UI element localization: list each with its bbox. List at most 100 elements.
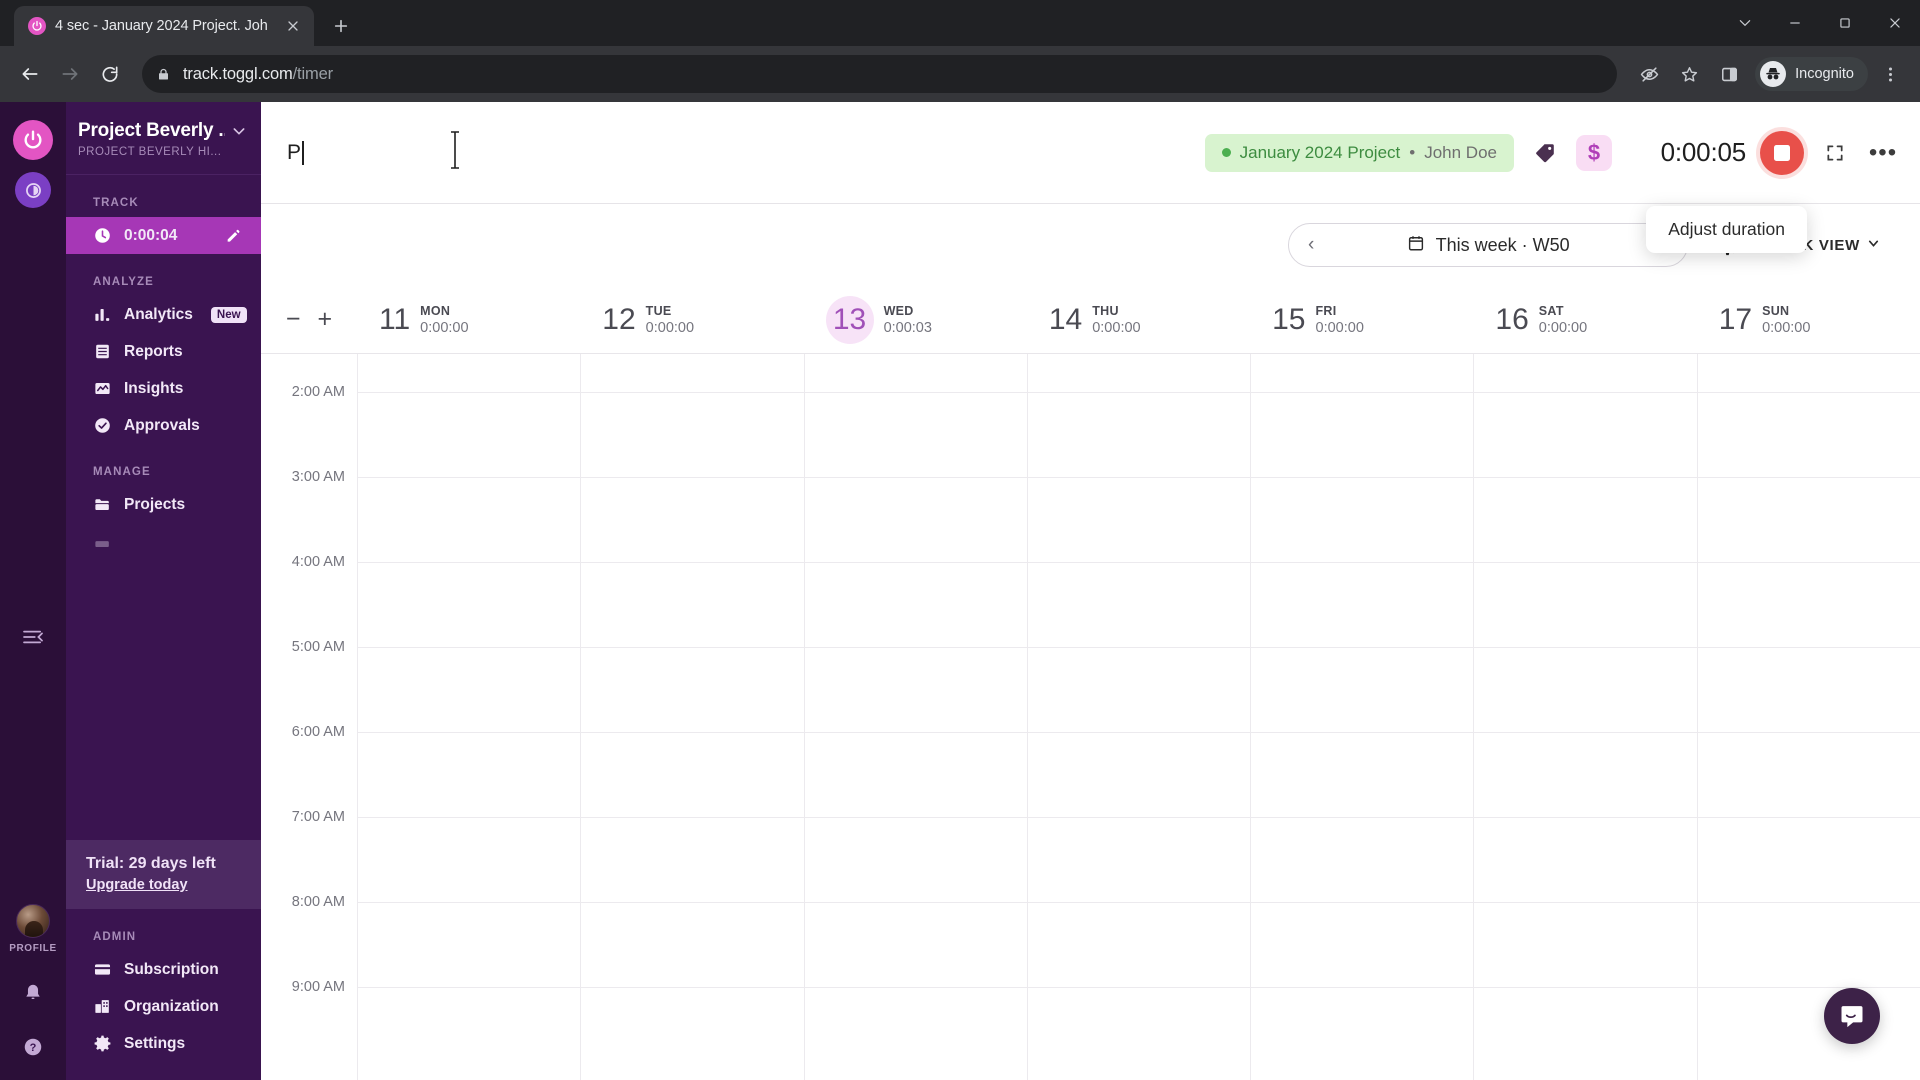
- day-header-sun[interactable]: 17 SUN 0:00:00: [1697, 286, 1920, 353]
- day-column-thu[interactable]: [1026, 354, 1250, 1080]
- chevron-down-icon[interactable]: [231, 123, 247, 139]
- day-header-sat[interactable]: 16 SAT 0:00:00: [1473, 286, 1696, 353]
- project-chip[interactable]: January 2024 Project • John Doe: [1204, 133, 1514, 172]
- toggl-track-logo-icon[interactable]: [13, 120, 53, 160]
- close-icon[interactable]: [282, 15, 304, 37]
- maximize-icon[interactable]: [1820, 0, 1870, 46]
- sidebar-item-insights[interactable]: Insights: [66, 370, 261, 407]
- day-total: 0:00:00: [645, 319, 695, 336]
- calendar-body[interactable]: 2:00 AM 3:00 AM 4:00 AM 5:00 AM 6:00 AM …: [261, 354, 1920, 1080]
- day-column-fri[interactable]: [1250, 354, 1473, 1080]
- day-header-thu[interactable]: 14 THU 0:00:00: [1027, 286, 1250, 353]
- browser-tab[interactable]: 4 sec - January 2024 Project. Joh: [14, 6, 314, 46]
- sidebar-item-timer[interactable]: 0:00:04: [66, 217, 261, 254]
- day-column-mon[interactable]: [357, 354, 580, 1080]
- timer-more-menu-icon[interactable]: •••: [1866, 136, 1900, 170]
- timer-display[interactable]: 0:00:05: [1626, 137, 1747, 168]
- sidebar-item-label: Insights: [124, 379, 184, 397]
- zoom-in-button[interactable]: +: [318, 307, 333, 332]
- sidebar-item-label: Approvals: [124, 416, 200, 434]
- sidebar-item-approvals[interactable]: Approvals: [66, 407, 261, 444]
- day-total: 0:00:00: [1538, 319, 1588, 336]
- day-column-sat[interactable]: [1473, 354, 1696, 1080]
- avatar[interactable]: [16, 904, 50, 938]
- collapse-sidebar-icon[interactable]: [18, 622, 48, 652]
- day-name: THU: [1092, 303, 1119, 318]
- billable-symbol: $: [1587, 139, 1601, 165]
- week-label-group[interactable]: This week · W50: [1407, 234, 1570, 257]
- billable-toggle[interactable]: $: [1576, 134, 1612, 171]
- day-header-mon[interactable]: 11 MON 0:00:00: [357, 286, 580, 353]
- sidebar-nav: TRACK 0:00:04 ANALYZE Analytics New Repo…: [66, 175, 261, 840]
- upgrade-link[interactable]: Upgrade today: [86, 877, 188, 893]
- trial-banner[interactable]: Trial: 29 days left Upgrade today: [66, 840, 261, 909]
- day-number: 15: [1272, 302, 1306, 336]
- sidebar-item-label: 0:00:04: [124, 226, 178, 244]
- time-label: 6:00 AM: [291, 724, 345, 740]
- sidebar-item-subscription[interactable]: Subscription: [66, 951, 261, 988]
- bookmark-star-icon[interactable]: [1671, 56, 1707, 92]
- sidebar-section-track: TRACK: [93, 197, 139, 209]
- stop-timer-button[interactable]: [1760, 130, 1804, 175]
- calendar-grid[interactable]: [357, 354, 1920, 1080]
- reload-icon[interactable]: [92, 56, 128, 92]
- day-header-wed[interactable]: 13 WED 0:00:03: [804, 286, 1027, 353]
- toggl-plan-logo-icon[interactable]: [15, 172, 51, 208]
- clock-icon: [93, 226, 112, 245]
- address-bar[interactable]: track.toggl.com/timer: [142, 55, 1618, 93]
- tab-title: 4 sec - January 2024 Project. Joh: [55, 18, 268, 34]
- chrome-menu-icon[interactable]: [1872, 56, 1908, 92]
- previous-week-button[interactable]: ‹: [1289, 223, 1333, 267]
- calendar-day-headers: − + 11 MON 0:00:00 12 TUE 0:00:00 13 WED…: [261, 286, 1920, 354]
- day-header-tue[interactable]: 12 TUE 0:00:00: [580, 286, 803, 353]
- day-column-wed[interactable]: [803, 354, 1027, 1080]
- forward-icon[interactable]: [52, 56, 88, 92]
- pencil-icon[interactable]: [225, 228, 241, 244]
- minimize-icon[interactable]: [1770, 0, 1820, 46]
- time-label: 4:00 AM: [291, 554, 345, 570]
- time-label: 2:00 AM: [291, 384, 345, 400]
- timer-bar: P January 2024 Project • John Doe $ 0:00…: [261, 102, 1920, 204]
- eye-slash-icon[interactable]: [1631, 56, 1667, 92]
- app-rail: PROFILE ?: [0, 102, 66, 1080]
- chevron-down-icon: [1867, 237, 1880, 254]
- browser-toolbar: track.toggl.com/timer Incognito: [0, 46, 1920, 102]
- help-icon[interactable]: ?: [18, 1032, 48, 1062]
- hour-line: [357, 562, 1920, 563]
- sidebar-item-reports[interactable]: Reports: [66, 333, 261, 370]
- sidebar-item-analytics[interactable]: Analytics New: [66, 296, 261, 333]
- day-column-tue[interactable]: [580, 354, 803, 1080]
- adjust-duration-tooltip: Adjust duration: [1646, 206, 1807, 253]
- new-tab-button[interactable]: [324, 9, 358, 43]
- back-icon[interactable]: [12, 56, 48, 92]
- incognito-profile-button[interactable]: Incognito: [1755, 57, 1868, 91]
- day-header-fri[interactable]: 15 FRI 0:00:00: [1250, 286, 1473, 353]
- close-window-icon[interactable]: [1870, 0, 1920, 46]
- folder-icon: [93, 495, 112, 514]
- day-number: 12: [602, 302, 636, 336]
- chevron-down-icon[interactable]: [1720, 0, 1770, 46]
- day-total: 0:00:00: [1092, 319, 1141, 336]
- day-name: SUN: [1762, 303, 1790, 318]
- sidebar-item-settings[interactable]: Settings: [66, 1025, 261, 1062]
- bell-icon[interactable]: [18, 978, 48, 1008]
- workspace-name: Project Beverly ...: [78, 120, 225, 141]
- sidebar-item-label: Analytics: [124, 305, 193, 323]
- zoom-out-button[interactable]: −: [286, 307, 301, 332]
- sidebar-section-admin: ADMIN: [93, 931, 137, 943]
- tag-icon[interactable]: [1528, 136, 1562, 170]
- fullscreen-icon[interactable]: [1818, 136, 1852, 170]
- description-input[interactable]: P: [287, 133, 1191, 173]
- workspace-switcher[interactable]: Project Beverly ... PROJECT BEVERLY HI..…: [66, 102, 261, 172]
- side-panel-icon[interactable]: [1711, 56, 1747, 92]
- url-text: track.toggl.com/timer: [183, 64, 333, 83]
- intercom-chat-icon[interactable]: [1824, 988, 1880, 1044]
- sidebar-item-organization[interactable]: Organization: [66, 988, 261, 1025]
- hour-line: [357, 732, 1920, 733]
- sidebar-item-partial[interactable]: [66, 523, 261, 560]
- building-icon: [93, 997, 112, 1016]
- sidebar-item-projects[interactable]: Projects: [66, 486, 261, 523]
- day-column-sun[interactable]: [1696, 354, 1920, 1080]
- week-selector[interactable]: ‹ This week · W50 ›: [1288, 223, 1689, 267]
- day-name: TUE: [645, 303, 672, 318]
